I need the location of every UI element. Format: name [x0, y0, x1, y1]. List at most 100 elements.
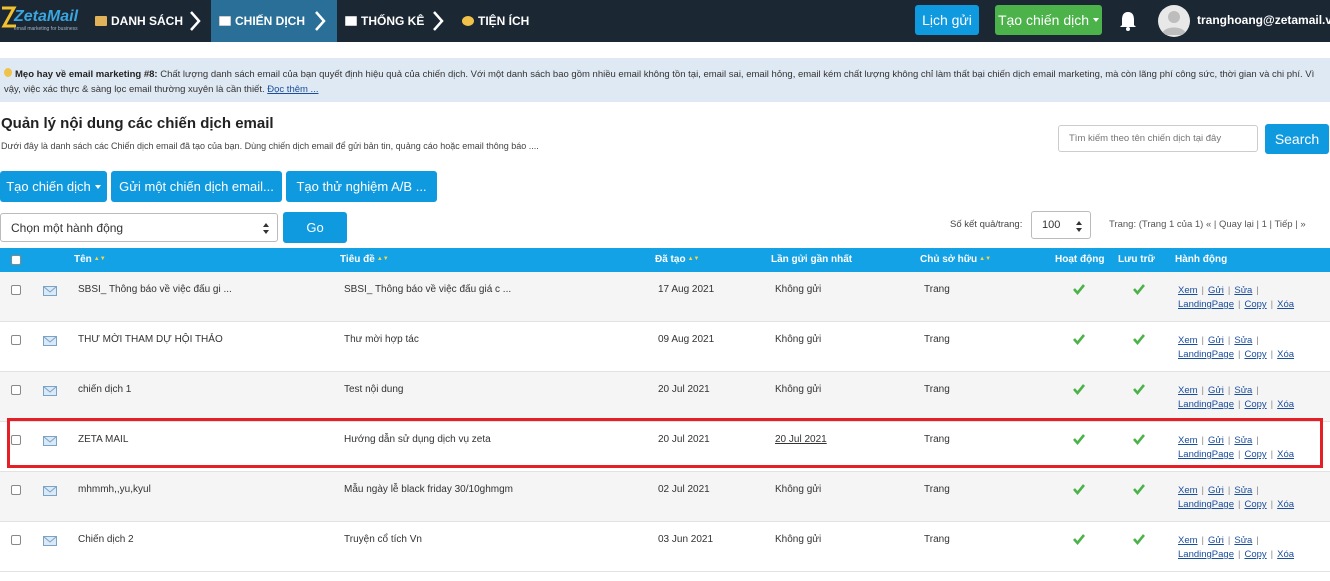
page-subtitle: Dưới đây là danh sách các Chiến dịch ema…	[1, 141, 539, 151]
col-actions: Hành động	[1175, 254, 1228, 265]
delete-link[interactable]: Xóa	[1277, 549, 1294, 560]
send-link[interactable]: Gửi	[1208, 285, 1224, 296]
campaign-name[interactable]: Chiến dịch 2	[78, 534, 134, 545]
created-date: 02 Jul 2021	[658, 484, 710, 495]
search-button[interactable]: Search	[1265, 124, 1329, 154]
copy-link[interactable]: Copy	[1244, 399, 1266, 410]
send-campaign-button[interactable]: Gửi một chiến dịch email...	[111, 171, 282, 202]
col-subject-label: Tiêu đề	[340, 254, 375, 265]
row-checkbox[interactable]	[11, 285, 21, 295]
col-name-label: Tên	[74, 254, 92, 265]
go-button[interactable]: Go	[283, 212, 347, 243]
send-link[interactable]: Gửi	[1208, 335, 1224, 346]
edit-link[interactable]: Sửa	[1234, 285, 1252, 296]
highlight-box	[7, 418, 1323, 468]
row-checkbox[interactable]	[11, 385, 21, 395]
owner: Trang	[924, 334, 950, 345]
folder-icon	[95, 16, 107, 26]
action-select[interactable]: Chọn một hành động	[0, 213, 278, 242]
perpage-select[interactable]: 100	[1031, 211, 1091, 239]
col-subject[interactable]: Tiêu đề ▲▼	[340, 254, 389, 265]
col-owner-label: Chủ sở hữu	[920, 254, 978, 265]
send-link[interactable]: Gửi	[1208, 535, 1224, 546]
bell-icon[interactable]	[1118, 10, 1138, 32]
user-email[interactable]: tranghoang@zetamail.vn	[1197, 13, 1330, 27]
copy-link[interactable]: Copy	[1244, 349, 1266, 360]
owner: Trang	[924, 534, 950, 545]
campaign-subject: Truyện cổ tích Vn	[344, 534, 422, 545]
caret-down-icon	[1093, 18, 1100, 22]
view-link[interactable]: Xem	[1178, 335, 1198, 346]
row-checkbox[interactable]	[11, 335, 21, 345]
campaign-name[interactable]: SBSI_ Thông báo về việc đấu gi ...	[78, 284, 232, 295]
view-link[interactable]: Xem	[1178, 485, 1198, 496]
owner: Trang	[924, 284, 950, 295]
nav-tien-ich[interactable]: TIỆN ÍCH	[462, 0, 529, 42]
nav-thong-ke[interactable]: THỐNG KÊ	[345, 0, 424, 42]
view-link[interactable]: Xem	[1178, 385, 1198, 396]
copy-link[interactable]: Copy	[1244, 499, 1266, 510]
last-sent: Không gửi	[775, 484, 822, 495]
owner: Trang	[924, 484, 950, 495]
sort-icon: ▲▼	[93, 256, 106, 263]
edit-link[interactable]: Sửa	[1234, 335, 1252, 346]
campaign-name[interactable]: THƯ MỜI THAM DỰ HỘI THẢO	[78, 334, 223, 345]
check-icon	[1133, 384, 1145, 395]
send-link[interactable]: Gửi	[1208, 485, 1224, 496]
last-sent: Không gửi	[775, 384, 822, 395]
envelope-icon	[43, 336, 57, 346]
row-checkbox[interactable]	[11, 485, 21, 495]
user-icon	[1162, 11, 1186, 35]
schedule-button[interactable]: Lịch gửi	[915, 5, 979, 35]
edit-link[interactable]: Sửa	[1234, 535, 1252, 546]
delete-link[interactable]: Xóa	[1277, 399, 1294, 410]
col-created[interactable]: Đã tạo ▲▼	[655, 254, 699, 265]
ab-test-button[interactable]: Tạo thử nghiệm A/B ...	[286, 171, 437, 202]
campaign-name[interactable]: chiến dịch 1	[78, 384, 131, 395]
delete-link[interactable]: Xóa	[1277, 299, 1294, 310]
page-title: Quản lý nội dung các chiến dịch email	[1, 115, 274, 132]
pagination[interactable]: Trang: (Trang 1 của 1) « | Quay lại | 1 …	[1109, 219, 1306, 230]
edit-link[interactable]: Sửa	[1234, 385, 1252, 396]
search-input[interactable]	[1058, 125, 1258, 152]
envelope-icon	[43, 486, 57, 496]
select-all-checkbox[interactable]	[11, 255, 21, 265]
avatar[interactable]	[1158, 5, 1190, 37]
create-campaign-button[interactable]: Tạo chiến dịch	[0, 171, 107, 202]
delete-link[interactable]: Xóa	[1277, 499, 1294, 510]
select-arrows-icon	[1076, 221, 1082, 232]
nav-danh-sach-label: DANH SÁCH	[111, 14, 183, 28]
copy-link[interactable]: Copy	[1244, 299, 1266, 310]
create-campaign-nav-button[interactable]: Tạo chiến dịch	[995, 5, 1102, 35]
view-link[interactable]: Xem	[1178, 285, 1198, 296]
col-name[interactable]: Tên ▲▼	[74, 254, 106, 265]
check-icon	[1073, 334, 1085, 345]
landingpage-link[interactable]: LandingPage	[1178, 549, 1234, 560]
last-sent: Không gửi	[775, 534, 822, 545]
action-select-value: Chọn một hành động	[11, 220, 124, 235]
campaign-name[interactable]: mhmmh,,yu,kyul	[78, 484, 151, 495]
table-row: Chiến dịch 2 Truyện cổ tích Vn 03 Jun 2021…	[0, 522, 1330, 572]
lightbulb-icon	[4, 68, 12, 77]
landingpage-link[interactable]: LandingPage	[1178, 349, 1234, 360]
col-owner[interactable]: Chủ sở hữu ▲▼	[920, 254, 991, 265]
landingpage-link[interactable]: LandingPage	[1178, 399, 1234, 410]
read-more-link[interactable]: Đọc thêm ...	[267, 84, 318, 95]
landingpage-link[interactable]: LandingPage	[1178, 299, 1234, 310]
delete-link[interactable]: Xóa	[1277, 349, 1294, 360]
edit-link[interactable]: Sửa	[1234, 485, 1252, 496]
last-sent: Không gửi	[775, 334, 822, 345]
nav-danh-sach[interactable]: DANH SÁCH	[95, 0, 183, 42]
row-checkbox[interactable]	[11, 535, 21, 545]
view-link[interactable]: Xem	[1178, 535, 1198, 546]
chevron-right-icon	[433, 11, 444, 31]
send-link[interactable]: Gửi	[1208, 385, 1224, 396]
zetamail-logo[interactable]: ZetaMail email marketing for business	[0, 4, 80, 38]
envelope-icon	[43, 536, 57, 546]
copy-link[interactable]: Copy	[1244, 549, 1266, 560]
check-icon	[1073, 284, 1085, 295]
last-sent: Không gửi	[775, 284, 822, 295]
landingpage-link[interactable]: LandingPage	[1178, 499, 1234, 510]
col-last-sent: Lần gửi gần nhất	[771, 254, 853, 265]
created-date: 03 Jun 2021	[658, 534, 714, 545]
